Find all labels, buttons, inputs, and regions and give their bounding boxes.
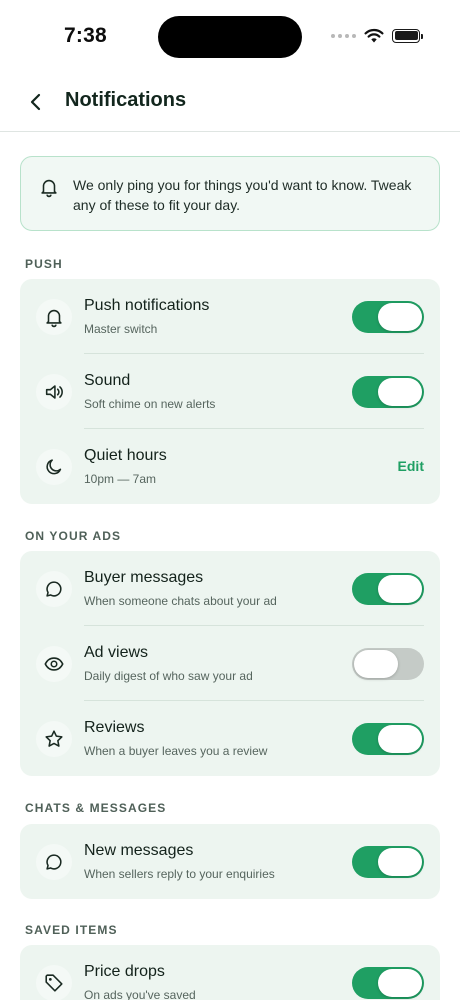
status-icons	[331, 28, 423, 43]
setting-title: Sound	[84, 372, 131, 389]
page-title: Notifications	[65, 89, 187, 111]
toggle-knob	[378, 848, 422, 876]
toggle-sound[interactable]	[352, 376, 424, 408]
setting-row-reviews: Reviews When a buyer leaves you a review	[20, 701, 440, 776]
back-button[interactable]	[20, 86, 52, 118]
setting-title: Push notifications	[84, 297, 210, 314]
eye-icon	[44, 657, 64, 671]
toggle-reviews[interactable]	[352, 723, 424, 755]
setting-title: Reviews	[84, 719, 145, 736]
setting-icon-badge	[36, 965, 72, 1000]
chevron-left-icon	[30, 93, 41, 111]
toggle-knob	[378, 725, 422, 753]
section-label-saved-items: SAVED ITEMS	[25, 923, 118, 937]
toggle-knob	[378, 969, 422, 997]
chat-bubble-icon	[46, 854, 62, 870]
star-icon	[45, 730, 63, 747]
dynamic-island	[158, 16, 302, 58]
toggle-knob	[378, 303, 422, 331]
setting-icon-badge	[36, 374, 72, 410]
setting-row-buyer-messages: Buyer messages When someone chats about y…	[20, 551, 440, 626]
tag-icon	[45, 974, 63, 992]
setting-row-quiet-hours: Quiet hours 10pm — 7am Edit	[20, 429, 440, 504]
status-bar: 7:38	[0, 0, 460, 72]
toggle-knob	[378, 378, 422, 406]
setting-row-push-notifications: Push notifications Master switch	[20, 279, 440, 354]
setting-subtitle: When a buyer leaves you a review	[84, 744, 268, 758]
setting-subtitle: 10pm — 7am	[84, 472, 157, 486]
settings-card-on-your-ads: Buyer messages When someone chats about y…	[20, 551, 440, 776]
setting-icon-badge	[36, 449, 72, 485]
setting-subtitle: Master switch	[84, 322, 158, 336]
setting-icon-badge	[36, 646, 72, 682]
setting-subtitle: When sellers reply to your enquiries	[84, 867, 275, 881]
setting-subtitle: Soft chime on new alerts	[84, 397, 216, 411]
chat-bubble-icon	[46, 581, 62, 597]
wifi-icon	[364, 28, 384, 43]
setting-icon-badge	[36, 571, 72, 607]
setting-title: New messages	[84, 842, 194, 859]
setting-row-new-messages: New messages When sellers reply to your e…	[20, 824, 440, 899]
toggle-knob	[378, 575, 422, 603]
toggle-ad-views[interactable]	[352, 648, 424, 680]
info-banner-text: We only ping you for things you'd want t…	[73, 177, 412, 213]
setting-icon-badge	[36, 721, 72, 757]
toggle-push-notifications[interactable]	[352, 301, 424, 333]
setting-row-ad-views: Ad views Daily digest of who saw your ad	[20, 626, 440, 701]
bell-icon	[41, 179, 57, 198]
toggle-buyer-messages[interactable]	[352, 573, 424, 605]
setting-subtitle: On ads you've saved	[84, 988, 196, 1000]
header: Notifications	[0, 72, 460, 132]
setting-subtitle: When someone chats about your ad	[84, 594, 277, 608]
setting-row-sound: Sound Soft chime on new alerts	[20, 354, 440, 429]
status-time: 7:38	[64, 24, 107, 47]
moon-icon	[46, 459, 62, 475]
toggle-new-messages[interactable]	[352, 846, 424, 878]
setting-subtitle: Daily digest of who saw your ad	[84, 669, 253, 683]
settings-card-push: Push notifications Master switch Sound Soft…	[20, 279, 440, 504]
setting-title: Price drops	[84, 963, 165, 980]
settings-card-chats-messages: New messages When sellers reply to your e…	[20, 824, 440, 899]
toggle-knob	[354, 650, 398, 678]
section-label-chats-messages: CHATS & MESSAGES	[25, 801, 167, 815]
info-banner: We only ping you for things you'd want t…	[20, 156, 440, 231]
setting-title: Quiet hours	[84, 447, 167, 464]
setting-title: Buyer messages	[84, 569, 204, 586]
battery-icon	[392, 28, 423, 43]
cellular-signal-icon	[331, 33, 356, 38]
settings-card-saved-items: Price drops On ads you've saved	[20, 945, 440, 1000]
setting-icon-badge	[36, 299, 72, 335]
edit-quiet-hours-button[interactable]: Edit	[398, 458, 424, 474]
speaker-icon	[45, 385, 63, 399]
setting-title: Ad views	[84, 644, 149, 661]
section-label-on-your-ads: ON YOUR ADS	[25, 529, 122, 543]
setting-icon-badge	[36, 844, 72, 880]
bell-icon	[46, 309, 62, 328]
toggle-price-drops[interactable]	[352, 967, 424, 999]
setting-row-price-drops: Price drops On ads you've saved	[20, 945, 440, 1000]
section-label-push: PUSH	[25, 257, 63, 271]
